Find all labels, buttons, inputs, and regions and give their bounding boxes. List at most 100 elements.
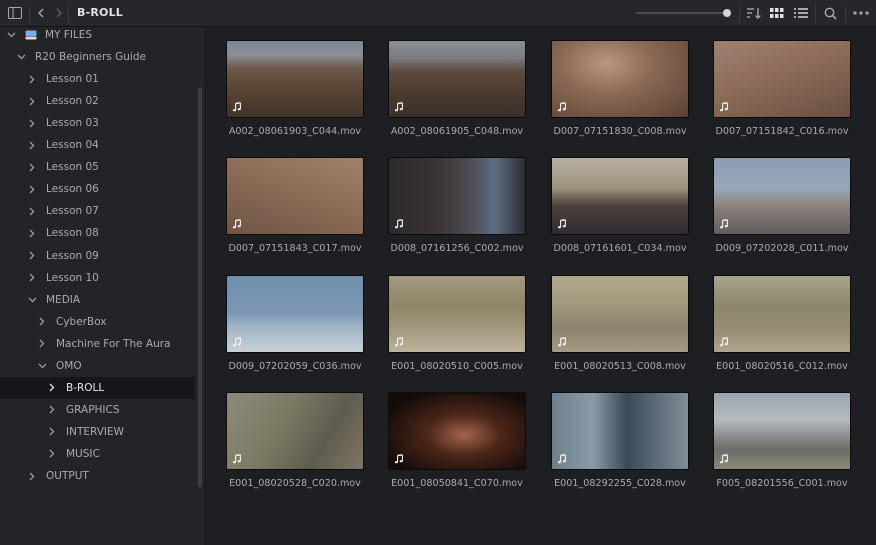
chevron-right-icon[interactable] (27, 162, 37, 172)
sidebar-item-label: Lesson 04 (46, 139, 99, 152)
chevron-right-icon[interactable] (27, 96, 37, 106)
clip-thumbnail[interactable] (713, 40, 851, 118)
chevron-right-icon[interactable] (47, 383, 57, 393)
sidebar-item-lesson-09[interactable]: Lesson 09 (0, 245, 195, 267)
sidebar-toggle-icon[interactable] (6, 0, 24, 26)
sidebar-item-lesson-07[interactable]: Lesson 07 (0, 200, 195, 222)
clip-thumbnail[interactable] (388, 275, 526, 353)
page-title: B-ROLL (77, 6, 123, 19)
sidebar-item-lesson-03[interactable]: Lesson 03 (0, 112, 195, 134)
sidebar-item-cyberbox[interactable]: CyberBox (0, 311, 195, 333)
clip-thumbnail[interactable] (226, 157, 364, 235)
sidebar-item-label: Machine For The Aura (56, 337, 171, 350)
clip-thumbnail[interactable] (551, 157, 689, 235)
thumbnail-size-slider[interactable] (636, 12, 728, 14)
clip-filename: E001_08020510_C005.mov (391, 361, 523, 372)
sidebar-item-label: OMO (56, 359, 82, 372)
sidebar-item-graphics[interactable]: GRAPHICS (0, 399, 195, 421)
clip-thumbnail[interactable] (226, 40, 364, 118)
sidebar: MY FILES R20 Beginners Guide Lesson 01 Less… (0, 27, 206, 545)
sidebar-item-lesson-08[interactable]: Lesson 08 (0, 222, 195, 244)
chevron-right-icon[interactable] (37, 317, 47, 327)
clip-thumbnail[interactable] (713, 392, 851, 470)
sidebar-item-lesson-04[interactable]: Lesson 04 (0, 134, 195, 156)
slider-handle[interactable] (723, 9, 731, 17)
toolbar-divider (845, 3, 846, 23)
clip-thumbnail[interactable] (388, 392, 526, 470)
chevron-right-icon[interactable] (27, 228, 37, 238)
music-note-icon (394, 337, 404, 347)
sidebar-item-lesson-01[interactable]: Lesson 01 (0, 68, 195, 90)
sidebar-item-label: Lesson 05 (46, 161, 99, 174)
more-options-icon[interactable] (851, 0, 871, 26)
chevron-right-icon[interactable] (27, 273, 37, 283)
sort-icon[interactable] (745, 0, 763, 26)
chevron-right-icon[interactable] (27, 74, 37, 84)
music-note-icon (557, 102, 567, 112)
sidebar-item-lesson-06[interactable]: Lesson 06 (0, 178, 195, 200)
clip-thumbnail[interactable] (551, 392, 689, 470)
music-note-icon (557, 337, 567, 347)
clip-filename: E001_08050841_C070.mov (391, 478, 523, 489)
toolbar-divider (29, 3, 30, 23)
clip-thumbnail[interactable] (226, 275, 364, 353)
clip-filename: E001_08020513_C008.mov (554, 361, 686, 372)
clip-thumbnail[interactable] (226, 392, 364, 470)
sidebar-item-b-roll[interactable]: B-ROLL (0, 376, 195, 399)
clip-filename: E001_08020528_C020.mov (229, 478, 361, 489)
sidebar-item-label: MEDIA (46, 293, 81, 306)
music-note-icon (232, 454, 242, 464)
chevron-right-icon[interactable] (27, 184, 37, 194)
chevron-right-icon[interactable] (52, 0, 66, 26)
sidebar-item-machine-for-the-aura[interactable]: Machine For The Aura (0, 333, 195, 355)
sidebar-item-music[interactable]: MUSIC (0, 443, 195, 465)
clip-thumbnail[interactable] (388, 40, 526, 118)
grid-view-icon[interactable] (768, 0, 786, 26)
chevron-right-icon[interactable] (27, 206, 37, 216)
chevron-right-icon[interactable] (47, 449, 57, 459)
sidebar-item-label: CyberBox (56, 315, 107, 328)
list-view-icon[interactable] (792, 0, 810, 26)
music-note-icon (557, 454, 567, 464)
chevron-right-icon[interactable] (47, 405, 57, 415)
chevron-down-icon[interactable] (27, 295, 37, 305)
clip-thumbnail[interactable] (388, 157, 526, 235)
clip-filename: D009_07202028_C011.mov (715, 243, 849, 254)
clip-thumbnail[interactable] (551, 275, 689, 353)
sidebar-item-media[interactable]: MEDIA (0, 289, 195, 311)
search-icon[interactable] (821, 0, 839, 26)
chevron-right-icon[interactable] (27, 118, 37, 128)
sidebar-item-omo[interactable]: OMO (0, 355, 195, 377)
clip-thumbnail[interactable] (713, 157, 851, 235)
sidebar-item-lesson-05[interactable]: Lesson 05 (0, 156, 195, 178)
music-note-icon (394, 102, 404, 112)
chevron-right-icon[interactable] (27, 140, 37, 150)
sidebar-item-r20-beginners-guide[interactable]: R20 Beginners Guide (0, 46, 195, 68)
sidebar-item-label: Lesson 01 (46, 73, 99, 86)
chevron-right-icon[interactable] (37, 339, 47, 349)
sidebar-item-lesson-10[interactable]: Lesson 10 (0, 267, 195, 289)
sidebar-item-label: MUSIC (66, 447, 100, 460)
clip-filename: F005_08201556_C001.mov (716, 478, 848, 489)
chevron-down-icon[interactable] (6, 30, 16, 40)
chevron-right-icon[interactable] (27, 471, 37, 481)
sidebar-scrollbar[interactable] (198, 87, 202, 487)
drive-icon (25, 30, 37, 40)
clip-filename: D008_07161256_C002.mov (390, 243, 524, 254)
sidebar-item-lesson-02[interactable]: Lesson 02 (0, 90, 195, 112)
clip-thumbnail[interactable] (713, 275, 851, 353)
chevron-down-icon[interactable] (37, 361, 47, 371)
chevron-down-icon[interactable] (16, 52, 26, 62)
sidebar-item-output[interactable]: OUTPUT (0, 465, 195, 487)
clip-filename: D007_07151830_C008.mov (553, 126, 687, 137)
sidebar-item-my-files[interactable]: MY FILES (0, 24, 195, 46)
toolbar-divider (68, 3, 69, 23)
chevron-left-icon[interactable] (34, 0, 48, 26)
clip-thumbnail[interactable] (551, 40, 689, 118)
sidebar-item-label: B-ROLL (66, 381, 105, 394)
chevron-right-icon[interactable] (47, 427, 57, 437)
chevron-right-icon[interactable] (27, 251, 37, 261)
toolbar: B-ROLL (0, 0, 876, 27)
sidebar-item-label: MY FILES (45, 29, 93, 41)
sidebar-item-interview[interactable]: INTERVIEW (0, 421, 195, 443)
